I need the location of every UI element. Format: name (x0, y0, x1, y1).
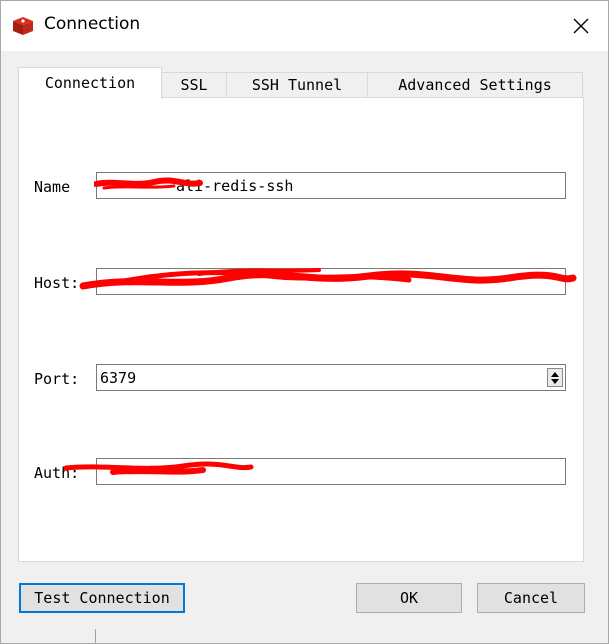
port-stepper[interactable] (547, 368, 563, 387)
cancel-button[interactable]: Cancel (477, 583, 585, 613)
tab-connection[interactable]: Connection (18, 67, 162, 99)
port-spinbox[interactable]: 6379 (96, 364, 566, 391)
redis-logo-icon (13, 17, 33, 35)
auth-label: Auth: (34, 464, 80, 482)
port-label: Port: (34, 370, 80, 388)
test-connection-button[interactable]: Test Connection (19, 583, 185, 613)
host-field[interactable] (96, 268, 566, 295)
port-value: 6379 (100, 369, 137, 387)
increment-arrow-icon[interactable] (551, 372, 559, 377)
auth-field[interactable] (96, 458, 566, 485)
window-title: Connection (44, 14, 141, 34)
tab-ssl[interactable]: SSL (161, 72, 227, 98)
name-field[interactable]: -ali-redis-ssh (96, 172, 566, 199)
name-label: Name (34, 178, 71, 196)
connection-dialog: Connection Connection SSL SSH Tunnel Adv… (0, 0, 609, 644)
connection-panel: Name -ali-redis-ssh Host: Port: 6379 Aut… (18, 97, 584, 562)
window-divider (95, 629, 96, 643)
decrement-arrow-icon[interactable] (551, 379, 559, 384)
close-icon (573, 18, 589, 34)
name-value: -ali-redis-ssh (167, 177, 294, 195)
close-button[interactable] (563, 9, 599, 43)
title-bar: Connection (1, 1, 608, 51)
ok-button[interactable]: OK (356, 583, 462, 613)
tab-advanced-settings[interactable]: Advanced Settings (367, 72, 583, 98)
host-label: Host: (34, 274, 80, 292)
tab-ssh-tunnel[interactable]: SSH Tunnel (226, 72, 368, 98)
